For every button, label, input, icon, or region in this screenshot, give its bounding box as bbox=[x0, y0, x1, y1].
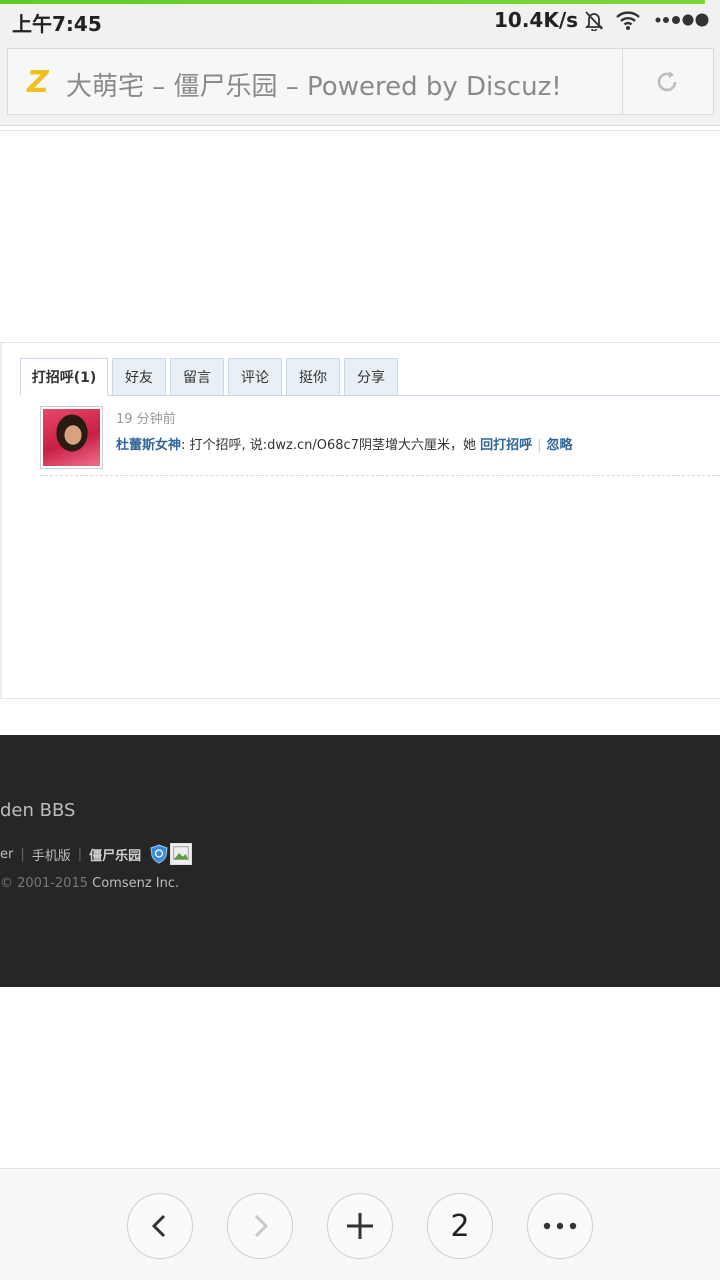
reload-icon[interactable] bbox=[654, 69, 680, 95]
menu-button[interactable] bbox=[527, 1193, 593, 1259]
status-time: 上午7:45 bbox=[12, 12, 102, 36]
back-button[interactable] bbox=[127, 1193, 193, 1259]
notice-text: : 打个招呼, 说:dwz.cn/O68c7阴茎增大六厘米，她 bbox=[181, 438, 476, 453]
wifi-icon bbox=[616, 11, 640, 30]
tab-messages[interactable]: 留言 bbox=[170, 358, 224, 396]
site-favicon: Z bbox=[27, 65, 49, 100]
bell-muted-icon bbox=[584, 11, 604, 31]
notice-time: 19 分钟前 bbox=[116, 412, 176, 427]
address-bar-divider bbox=[622, 49, 623, 114]
police-badge-icon[interactable] bbox=[150, 844, 168, 864]
forward-button[interactable] bbox=[227, 1193, 293, 1259]
footer-bbs-name: den BBS bbox=[0, 800, 76, 821]
footer-link-site[interactable]: 僵尸乐园 bbox=[89, 845, 141, 864]
page-load-progress bbox=[0, 0, 705, 4]
plus-icon bbox=[347, 1213, 373, 1239]
footer-link-mobile[interactable]: 手机版 bbox=[32, 845, 71, 864]
ignore-link[interactable]: 忽略 bbox=[547, 438, 573, 453]
footer-separator: | bbox=[20, 846, 25, 862]
notice-user-link[interactable]: 杜蕾斯女神 bbox=[116, 438, 181, 453]
tab-friends[interactable]: 好友 bbox=[112, 358, 166, 396]
status-bar: 上午7:45 10.4K/s bbox=[0, 0, 720, 40]
copyright-company[interactable]: Comsenz Inc. bbox=[92, 876, 179, 891]
network-speed: 10.4K/s bbox=[494, 8, 579, 32]
signal-strength-icon bbox=[655, 13, 709, 27]
panel-bottom-border bbox=[0, 698, 720, 699]
tab-greeting[interactable]: 打招呼(1) bbox=[20, 358, 108, 396]
tab-count-button[interactable]: 2 bbox=[427, 1193, 493, 1259]
broken-image-icon[interactable] bbox=[170, 843, 193, 865]
browser-bottom-bar: 2 bbox=[0, 1168, 720, 1280]
notice-divider bbox=[40, 475, 720, 476]
footer-copyright: © 2001-2015 Comsenz Inc. bbox=[0, 876, 179, 891]
content-top-border bbox=[0, 130, 720, 131]
notice-message: 杜蕾斯女神: 打个招呼, 说:dwz.cn/O68c7阴茎增大六厘米，她 回打招… bbox=[116, 434, 573, 453]
tab-share[interactable]: 分享 bbox=[344, 358, 398, 396]
site-footer: den BBS er | 手机版 | 僵尸乐园 © 2001-2015 Coms… bbox=[0, 735, 720, 987]
avatar[interactable] bbox=[40, 406, 103, 469]
browser-toolbar: Z 大萌宅 – 僵尸乐园 – Powered by Discuz! bbox=[0, 40, 720, 126]
footer-separator: | bbox=[77, 846, 83, 862]
more-icon bbox=[543, 1222, 577, 1230]
panel-top-border bbox=[0, 342, 720, 343]
tab-support[interactable]: 挺你 bbox=[286, 358, 340, 396]
chevron-left-icon bbox=[151, 1214, 166, 1238]
tab-count: 2 bbox=[450, 1208, 470, 1244]
reply-greeting-link[interactable]: 回打招呼 bbox=[480, 438, 532, 453]
chevron-right-icon bbox=[254, 1214, 269, 1238]
address-bar[interactable]: Z 大萌宅 – 僵尸乐园 – Powered by Discuz! bbox=[7, 48, 714, 115]
tab-comments[interactable]: 评论 bbox=[228, 358, 282, 396]
copyright-years: © 2001-2015 bbox=[0, 876, 88, 891]
list-item: 19 分钟前 杜蕾斯女神: 打个招呼, 说:dwz.cn/O68c7阴茎增大六厘… bbox=[40, 406, 720, 476]
new-tab-button[interactable] bbox=[327, 1193, 393, 1259]
avatar-photo bbox=[43, 409, 100, 466]
panel-left-border bbox=[0, 342, 2, 698]
page-title[interactable]: 大萌宅 – 僵尸乐园 – Powered by Discuz! bbox=[66, 66, 562, 103]
link-separator: | bbox=[537, 438, 542, 453]
footer-link-er[interactable]: er bbox=[0, 847, 13, 862]
footer-links: er | 手机版 | 僵尸乐园 bbox=[0, 843, 193, 865]
